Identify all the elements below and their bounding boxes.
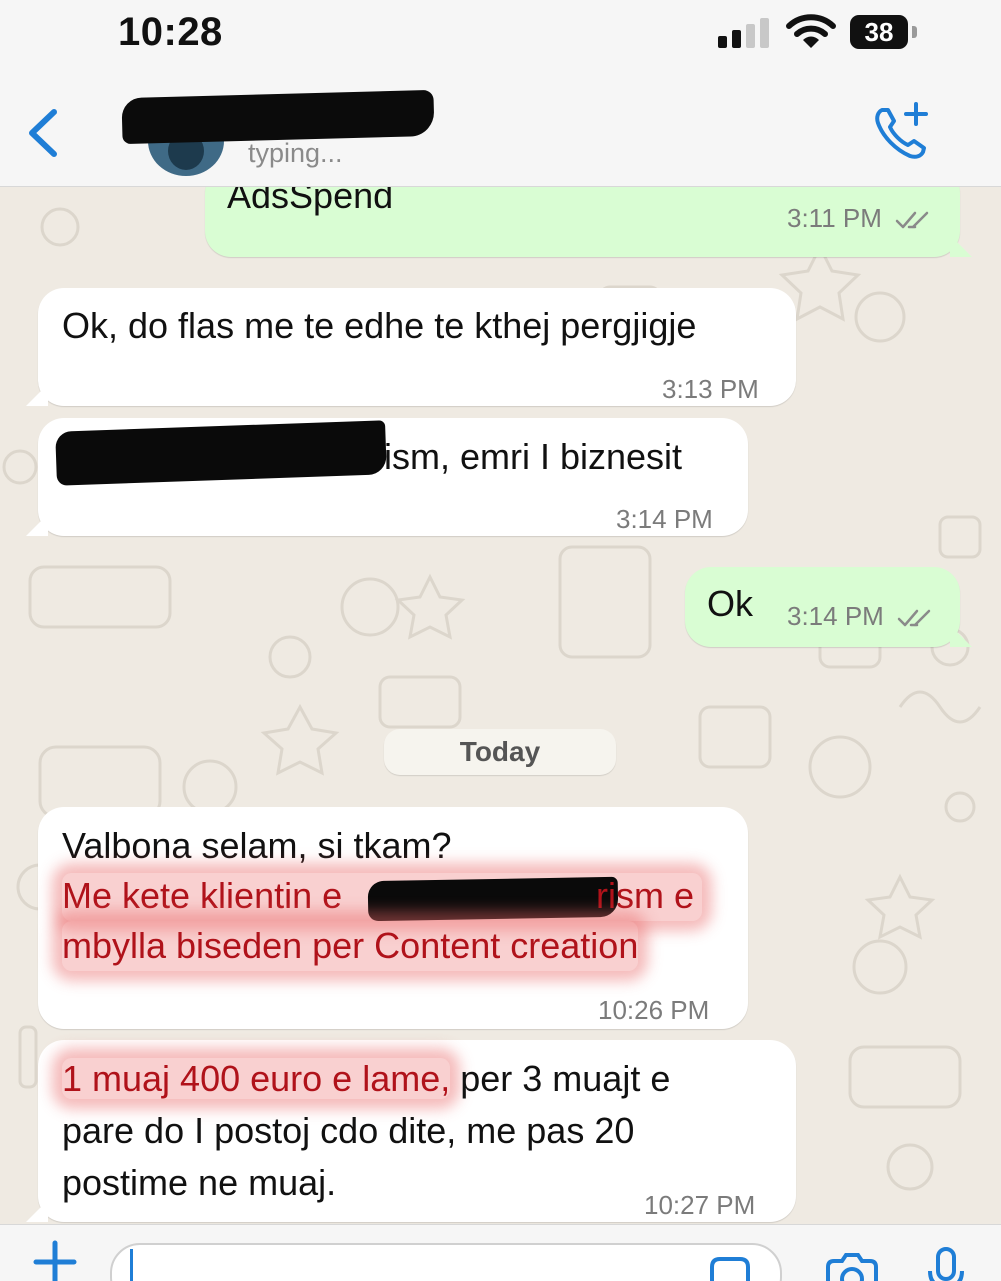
redacted-contact-name[interactable] (121, 89, 435, 145)
message-time: 10:26 PM (598, 995, 710, 1025)
text-caret (130, 1249, 133, 1281)
chat-area: AdsSpend 3:11 PM Ok, do flas me te edhe … (0, 187, 1001, 1224)
read-ticks-icon (895, 211, 929, 229)
message-time-text: 3:11 PM (787, 203, 882, 233)
redacted-business-name (55, 420, 387, 486)
message-incoming[interactable]: 1 muaj 400 euro e lame, per 3 muajt e pa… (26, 1040, 796, 1222)
message-text: ism, emri I biznesit (384, 436, 683, 477)
contact-status: typing... (248, 138, 343, 168)
date-divider: Today (384, 729, 616, 775)
message-incoming[interactable]: ism, emri I biznesit 3:14 PM (26, 418, 748, 536)
message-time: 3:11 PM (787, 193, 933, 243)
message-time: 3:13 PM (662, 374, 759, 404)
message-input[interactable] (110, 1243, 782, 1281)
status-bar: 10:28 38 (0, 0, 1001, 72)
battery-cap (912, 26, 917, 38)
message-line: pare do I postoj cdo dite, me pas 20 (62, 1110, 635, 1151)
message-time: 3:14 PM (787, 591, 935, 641)
bubble-tail (26, 384, 48, 406)
message-text: per 3 muajt e (450, 1058, 671, 1099)
sticker-icon[interactable] (706, 1255, 754, 1281)
message-line: Me kete klientin e (62, 875, 343, 916)
bubble-tail (950, 235, 972, 257)
wifi-icon (786, 14, 836, 48)
input-bar (0, 1224, 1001, 1281)
message-line: Valbona selam, si tkam? (62, 825, 452, 866)
status-time: 10:28 (118, 10, 223, 54)
message-line: 1 muaj 400 euro e lame, per 3 muajt e (62, 1054, 670, 1104)
message-time: 10:27 PM (644, 1190, 756, 1220)
bubble-tail (26, 1200, 48, 1222)
microphone-icon[interactable] (926, 1247, 966, 1281)
bubble-tail (26, 514, 48, 536)
message-time: 3:14 PM (616, 504, 713, 534)
message-text: Ok, do flas me te edhe te kthej pergjigj… (62, 305, 697, 346)
message-incoming[interactable]: Ok, do flas me te edhe te kthej pergjigj… (26, 288, 796, 406)
highlighted-text: 1 muaj 400 euro e lame, (62, 1058, 451, 1099)
message-outgoing[interactable]: Ok 3:14 PM (685, 567, 972, 647)
battery-icon: 38 (850, 15, 908, 49)
back-chevron-icon[interactable] (26, 108, 60, 158)
message-text: AdsSpend (227, 187, 394, 216)
chat-header: typing... (0, 72, 1001, 187)
message-text: Ok (707, 583, 754, 624)
bubble-tail (950, 625, 972, 647)
message-incoming[interactable]: Valbona selam, si tkam? Me kete klientin… (38, 807, 748, 1029)
plus-icon[interactable] (32, 1239, 78, 1281)
message-time-text: 3:14 PM (787, 601, 884, 631)
redacted-client-name (367, 876, 619, 922)
message-line: postime ne muaj. (62, 1162, 337, 1203)
message-outgoing[interactable]: AdsSpend 3:11 PM (205, 187, 972, 257)
battery-level: 38 (864, 16, 894, 47)
read-ticks-icon (897, 609, 931, 627)
add-call-icon[interactable] (872, 102, 934, 164)
signal-icon (718, 16, 769, 48)
message-line: rism e (596, 875, 694, 916)
message-line: mbylla biseden per Content creation (62, 921, 639, 971)
camera-icon[interactable] (824, 1253, 880, 1281)
